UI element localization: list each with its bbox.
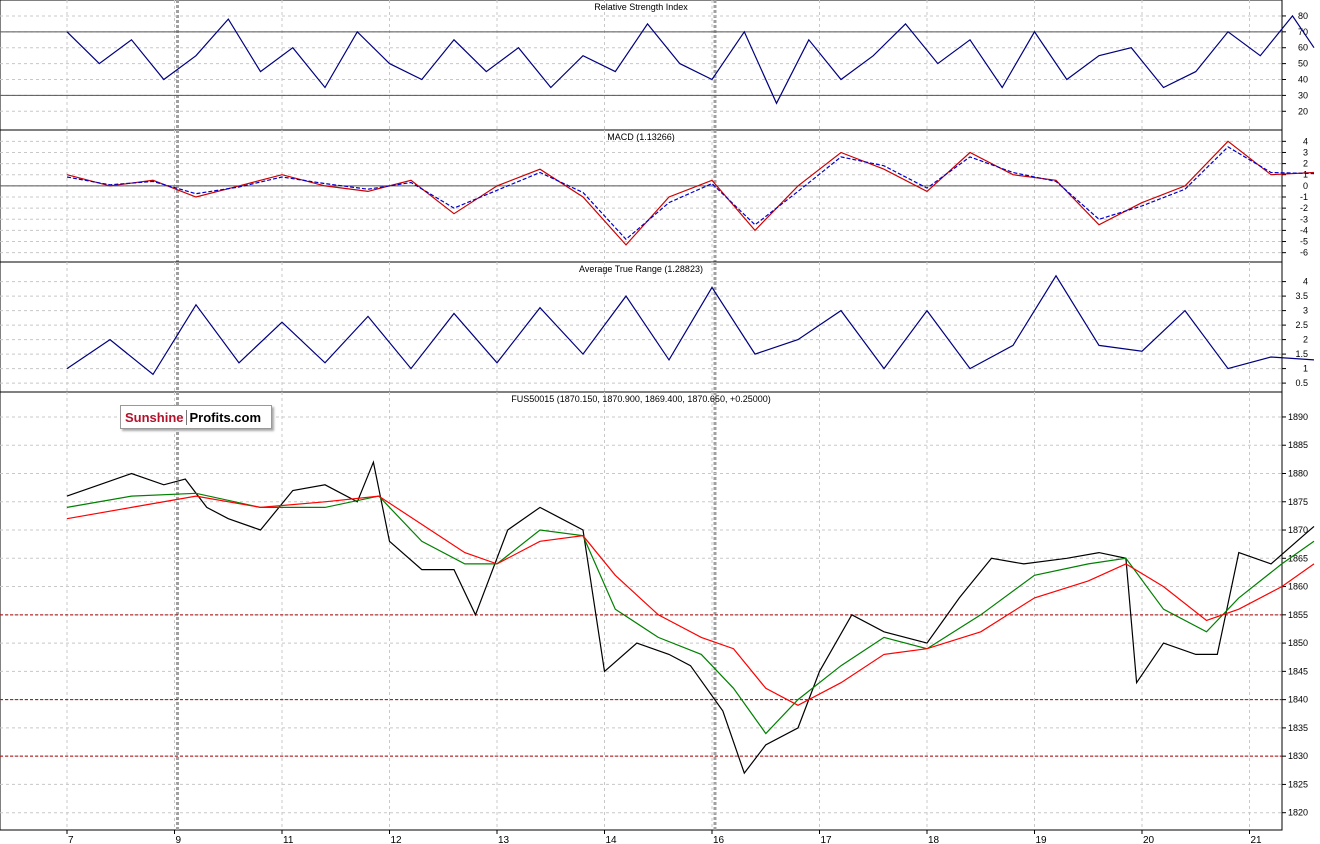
panel-title: Average True Range (1.28823) — [579, 264, 703, 274]
x-tick-label: 17 — [821, 835, 833, 844]
y-tick-label: 2 — [1303, 159, 1308, 169]
sunshine-profits-logo: Sunshine Profits.com — [120, 405, 272, 429]
x-tick-label: 18 — [928, 835, 940, 844]
panel-title: Relative Strength Index — [594, 2, 688, 12]
y-tick-label: 1860 — [1288, 582, 1308, 592]
y-tick-label: 0 — [1303, 181, 1308, 191]
x-tick-label: 12 — [391, 835, 403, 844]
y-tick-label: 1820 — [1288, 808, 1308, 818]
y-tick-label: 2.5 — [1295, 320, 1308, 330]
series-line-1 — [66, 460, 1315, 775]
x-tick-label: 7 — [68, 835, 74, 844]
y-tick-label: -2 — [1300, 203, 1308, 213]
y-tick-label: 3 — [1303, 147, 1308, 157]
panel-frame — [0, 391, 1283, 831]
panel-1: 80706050403020Relative Strength Index — [0, 0, 1315, 131]
y-tick-label: -3 — [1300, 214, 1308, 224]
panel-3: 4 3.5 3 2.5 2 1.5 1 0.5 Average True Range (1.28… — [0, 261, 1315, 393]
y-tick-label: 0.5 — [1295, 378, 1308, 388]
y-tick-label: 50 — [1298, 59, 1308, 69]
y-tick-label: -4 — [1300, 225, 1308, 235]
y-tick-label: 60 — [1298, 43, 1308, 53]
y-tick-label: 40 — [1298, 75, 1308, 85]
y-tick-label: 1865 — [1288, 553, 1308, 563]
panel-2: 43 210-1-2-3-4 -5-6 MACD (1.13266) — [0, 129, 1315, 263]
y-tick-label: 20 — [1298, 106, 1308, 116]
logo-part-2: Profits.com — [189, 409, 262, 425]
panel-title: MACD (1.13266) — [607, 132, 675, 142]
panel-4: 1890188518801875187018651860185518501845… — [0, 391, 1315, 831]
y-tick-label: 1880 — [1288, 468, 1308, 478]
x-tick-label: 13 — [498, 835, 510, 844]
y-tick-label: 1890 — [1288, 412, 1308, 422]
y-tick-label: 80 — [1298, 11, 1308, 21]
y-tick-label: 1835 — [1288, 723, 1308, 733]
y-tick-label: 1825 — [1288, 779, 1308, 789]
x-tick-label: 20 — [1143, 835, 1155, 844]
y-tick-label: 1 — [1303, 364, 1308, 374]
y-tick-label: 4 — [1303, 136, 1308, 146]
y-tick-label: 3.5 — [1295, 291, 1308, 301]
panel-title: FUS50015 (1870.150, 1870.900, 1869.400, … — [511, 394, 770, 404]
y-tick-label: 1830 — [1288, 751, 1308, 761]
y-tick-label: 1 — [1303, 170, 1308, 180]
x-tick-label: 11 — [283, 835, 294, 844]
series-line-1 — [66, 14, 1315, 105]
series-line-1 — [66, 140, 1315, 246]
y-tick-label: 2 — [1303, 335, 1308, 345]
y-tick-label: 1845 — [1288, 666, 1308, 676]
y-tick-label: 1840 — [1288, 695, 1308, 705]
y-tick-label: 1855 — [1288, 610, 1308, 620]
y-tick-label: 4 — [1303, 277, 1308, 287]
y-tick-label: -6 — [1300, 248, 1308, 258]
y-tick-label: 3 — [1303, 306, 1308, 316]
x-tick-label: 16 — [713, 835, 725, 844]
x-tick-label: 21 — [1251, 835, 1263, 844]
series-line-2 — [66, 146, 1315, 241]
y-tick-label: -1 — [1300, 192, 1308, 202]
logo-part-1: Sunshine — [121, 409, 187, 425]
x-tick-label: 9 — [176, 835, 182, 844]
y-tick-label: 1885 — [1288, 440, 1308, 450]
x-tick-label: 19 — [1036, 835, 1048, 844]
y-tick-label: -5 — [1300, 237, 1308, 247]
y-tick-label: 1875 — [1288, 497, 1308, 507]
y-tick-label: 1.5 — [1295, 349, 1308, 359]
y-tick-label: 1850 — [1288, 638, 1308, 648]
y-tick-label: 30 — [1298, 90, 1308, 100]
panel-frame — [0, 0, 1283, 131]
x-tick-label: 14 — [606, 835, 618, 844]
series-line-2 — [66, 492, 1315, 735]
